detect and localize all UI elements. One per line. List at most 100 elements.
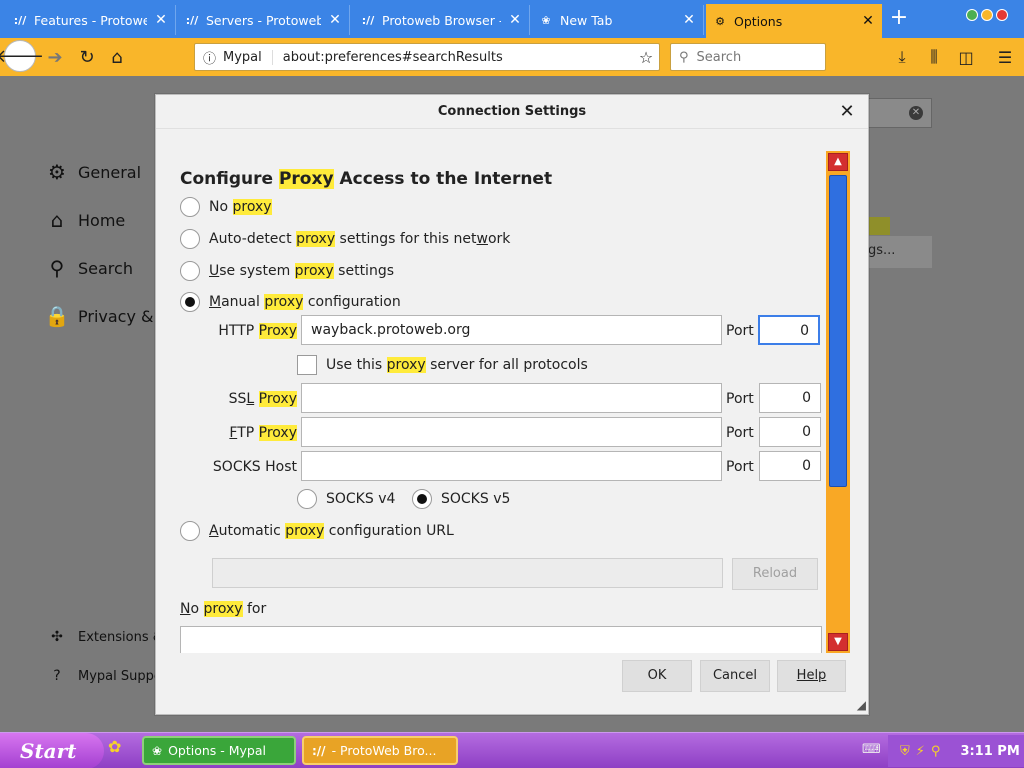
tab-new-tab[interactable]: ❀ New Tab ✕	[532, 5, 704, 35]
back-arrow-icon: 🡐	[0, 45, 45, 67]
close-icon[interactable]: ✕	[507, 12, 523, 28]
dialog-body: Configure Proxy Access to the Internet N…	[156, 129, 826, 653]
downloads-button[interactable]: ⤓	[889, 44, 915, 70]
radio-button-selected[interactable]	[180, 292, 200, 312]
close-window-button[interactable]	[996, 9, 1008, 21]
proxy-heading: Configure Proxy Access to the Internet	[180, 169, 553, 189]
preferences-search-input[interactable]: ✕	[860, 98, 932, 128]
ssl-proxy-input[interactable]	[301, 383, 722, 413]
radio-button[interactable]	[180, 261, 200, 281]
radio-button[interactable]	[297, 489, 317, 509]
tab-options[interactable]: ⚙ Options ✕	[706, 4, 882, 38]
info-icon[interactable]: ⓘ	[203, 48, 223, 67]
ftp-proxy-input[interactable]	[301, 417, 722, 447]
tab-label: Servers - Protoweb	[206, 12, 321, 28]
dialog-scrollbar[interactable]: ▲ ▼	[826, 151, 850, 653]
ssl-proxy-label: SSL Proxy	[228, 391, 297, 407]
no-proxy-radio[interactable]: No proxy	[180, 197, 272, 217]
pref-nav-search[interactable]: ⚲ Search	[44, 256, 133, 280]
navigation-toolbar: 🡐 ➔ ↻ ⌂ ⓘ Mypal about:preferences#search…	[0, 38, 1024, 76]
tab-features[interactable]: :// Features - Protoweb ✕	[6, 5, 176, 35]
back-button[interactable]: 🡐	[0, 40, 44, 72]
shield-icon[interactable]: ⛨	[900, 744, 910, 759]
pref-nav-home[interactable]: ⌂ Home	[44, 208, 126, 232]
search-icon[interactable]: ⚲	[931, 744, 941, 759]
pref-footer-support[interactable]: ? Mypal Suppo	[48, 668, 162, 684]
network-icon[interactable]: ⚡	[916, 744, 925, 759]
forward-button[interactable]: ➔	[40, 42, 70, 72]
clear-icon[interactable]: ✕	[909, 106, 923, 120]
start-button[interactable]: Start	[0, 733, 104, 768]
pref-nav-privacy[interactable]: 🔒 Privacy & S	[44, 304, 169, 328]
radio-button-selected[interactable]	[412, 489, 432, 509]
system-proxy-radio[interactable]: Use system proxy settings	[180, 261, 394, 281]
socks-host-input[interactable]	[301, 451, 722, 481]
search-bar[interactable]: ⚲ Search	[670, 43, 826, 71]
http-port-input[interactable]: 0	[758, 315, 820, 345]
manual-proxy-radio[interactable]: Manual proxy configuration	[180, 292, 401, 312]
auto-detect-radio[interactable]: Auto-detect proxy settings for this netw…	[180, 229, 510, 249]
scroll-up-arrow-icon[interactable]: ▲	[828, 153, 848, 171]
bug-icon: ❀	[152, 743, 163, 758]
radio-button[interactable]	[180, 197, 200, 217]
tab-label: Protoweb Browser -	[382, 12, 501, 28]
library-icon: ⫼	[930, 47, 938, 66]
socks-host-label: SOCKS Host	[212, 459, 297, 475]
clock[interactable]: 3:11 PM	[960, 744, 1019, 759]
cancel-button[interactable]: Cancel	[700, 660, 770, 692]
share-proxy-checkbox-row[interactable]: Use this proxy server for all protocols	[297, 355, 588, 375]
keyboard-icon[interactable]: ⌨	[862, 742, 881, 757]
menu-button[interactable]: ☰	[992, 44, 1018, 70]
scrollbar-thumb[interactable]	[829, 175, 847, 487]
tab-servers[interactable]: :// Servers - Protoweb ✕	[178, 5, 350, 35]
quick-launch-icon[interactable]: ✿	[108, 737, 121, 756]
sidebar-icon: ◫	[958, 47, 974, 67]
ssl-port-input[interactable]: 0	[759, 383, 821, 413]
share-proxy-checkbox[interactable]	[297, 355, 317, 375]
radio-button[interactable]	[180, 521, 200, 541]
reload-button[interactable]: Reload	[732, 558, 818, 590]
url-bar[interactable]: ⓘ Mypal about:preferences#searchResults …	[194, 43, 660, 71]
close-icon[interactable]: ✕	[860, 13, 876, 29]
ftp-port-input[interactable]: 0	[759, 417, 821, 447]
ok-button[interactable]: OK	[622, 660, 692, 692]
bookmark-star-icon[interactable]: ☆	[633, 48, 659, 67]
settings-button[interactable]: gs...	[868, 236, 932, 268]
help-icon: ?	[53, 668, 61, 684]
home-button[interactable]: ⌂	[102, 42, 132, 72]
radio-button[interactable]	[180, 229, 200, 249]
new-tab-button[interactable]: +	[887, 7, 911, 30]
socks-v5-radio[interactable]: SOCKS v5	[412, 489, 510, 509]
tab-protoweb-browser[interactable]: :// Protoweb Browser - ✕	[354, 5, 530, 35]
auto-config-url-radio[interactable]: Automatic proxy configuration URL	[180, 521, 454, 541]
close-icon[interactable]: ✕	[681, 12, 697, 28]
hamburger-icon: ☰	[997, 47, 1013, 67]
scroll-down-arrow-icon[interactable]: ▼	[828, 633, 848, 651]
close-icon[interactable]: ✕	[327, 12, 343, 28]
library-button[interactable]: ⫼	[921, 44, 947, 70]
close-icon[interactable]: ✕	[153, 12, 169, 28]
dialog-close-button[interactable]: ✕	[838, 103, 856, 121]
protoweb-icon: ://	[361, 13, 375, 27]
taskbar-item-label: Options - Mypal	[168, 743, 266, 758]
no-proxy-for-textarea[interactable]	[180, 626, 822, 653]
auto-config-url-input[interactable]	[212, 558, 723, 588]
url-identity-label[interactable]: Mypal	[223, 49, 273, 65]
resize-grip-icon[interactable]: ◢	[852, 698, 866, 712]
socks-v4-radio[interactable]: SOCKS v4	[297, 489, 395, 509]
http-proxy-input[interactable]: wayback.protoweb.org	[301, 315, 722, 345]
taskbar-item-protoweb[interactable]: :// - ProtoWeb Bro...	[302, 736, 458, 765]
pref-footer-label: Mypal Suppo	[78, 668, 162, 684]
reload-button[interactable]: ↻	[72, 42, 102, 72]
help-button[interactable]: Help	[777, 660, 846, 692]
minimize-button[interactable]	[966, 9, 978, 21]
ssl-port-label: Port	[726, 391, 754, 407]
url-text[interactable]: about:preferences#searchResults	[283, 50, 633, 65]
pref-footer-extensions[interactable]: ✣ Extensions &	[48, 629, 163, 645]
pref-nav-general[interactable]: ⚙ General	[44, 160, 141, 184]
sidebar-button[interactable]: ◫	[953, 44, 979, 70]
taskbar-item-options[interactable]: ❀ Options - Mypal	[142, 736, 296, 765]
socks-v4-label: SOCKS v4	[326, 491, 396, 507]
maximize-button[interactable]	[981, 9, 993, 21]
socks-port-input[interactable]: 0	[759, 451, 821, 481]
